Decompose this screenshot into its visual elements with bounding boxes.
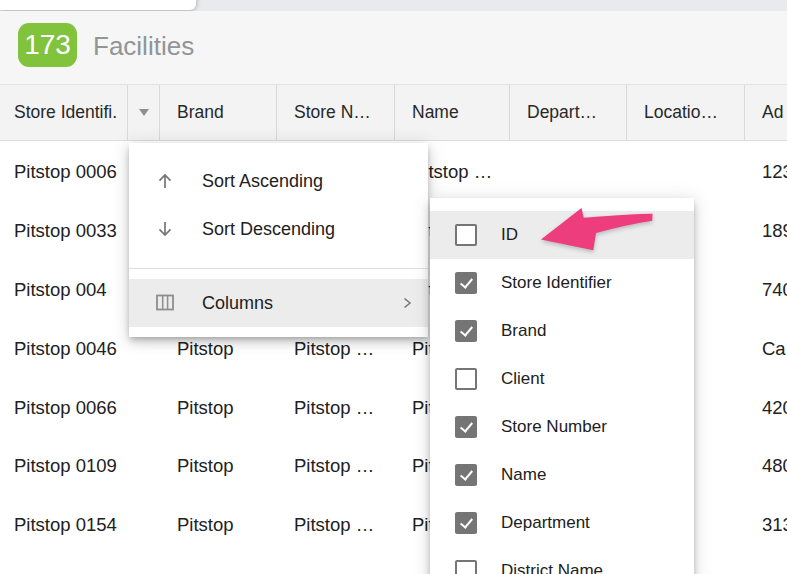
column-header-store-identifier[interactable]: Store Identifi. bbox=[0, 85, 160, 140]
checkbox-store-identifier[interactable] bbox=[455, 272, 477, 294]
checkbox-brand[interactable] bbox=[455, 320, 477, 342]
submenu-item-district-name[interactable]: District Name bbox=[430, 547, 694, 574]
submenu-chevron-icon bbox=[400, 296, 414, 310]
checkbox-store-number[interactable] bbox=[455, 416, 477, 438]
checkbox-id[interactable] bbox=[455, 224, 477, 246]
sort-ascending-icon bbox=[155, 171, 175, 191]
submenu-item-store-identifier[interactable]: Store Identifier bbox=[430, 259, 694, 307]
column-header-address[interactable]: Ad bbox=[745, 85, 787, 140]
menu-item-columns[interactable]: Columns bbox=[129, 279, 428, 327]
checkbox-name[interactable] bbox=[455, 464, 477, 486]
submenu-item-client[interactable]: Client bbox=[430, 355, 694, 403]
column-header-brand[interactable]: Brand bbox=[160, 85, 277, 140]
column-header-location[interactable]: Locatio… bbox=[627, 85, 745, 140]
dropdown-arrow-icon bbox=[139, 109, 149, 116]
submenu-item-brand[interactable]: Brand bbox=[430, 307, 694, 355]
submenu-item-name[interactable]: Name bbox=[430, 451, 694, 499]
checkbox-district-name[interactable] bbox=[455, 560, 477, 574]
column-header-store-number[interactable]: Store N… bbox=[277, 85, 395, 140]
column-header-department[interactable]: Depart… bbox=[510, 85, 627, 140]
menu-divider bbox=[129, 268, 428, 269]
top-overlay-card bbox=[0, 0, 196, 10]
sort-descending-icon bbox=[155, 219, 175, 239]
page-title: Facilities bbox=[93, 31, 194, 62]
annotation-arrow bbox=[535, 202, 660, 257]
column-menu-trigger[interactable] bbox=[127, 85, 159, 140]
menu-item-sort-ascending[interactable]: Sort Ascending bbox=[129, 157, 428, 205]
count-value: 173 bbox=[24, 29, 71, 61]
columns-icon bbox=[155, 293, 175, 313]
submenu-item-department[interactable]: Department bbox=[430, 499, 694, 547]
count-badge: 173 bbox=[18, 23, 77, 67]
checkbox-department[interactable] bbox=[455, 512, 477, 534]
column-header-name[interactable]: Name bbox=[395, 85, 510, 140]
facilities-page: 173 Facilities Store Identifi. Brand Sto… bbox=[0, 0, 787, 574]
column-menu: Sort Ascending Sort Descending Columns bbox=[129, 143, 428, 337]
checkbox-client[interactable] bbox=[455, 368, 477, 390]
menu-item-sort-descending[interactable]: Sort Descending bbox=[129, 205, 428, 253]
table-header: Store Identifi. Brand Store N… Name Depa… bbox=[0, 84, 787, 141]
submenu-item-store-number[interactable]: Store Number bbox=[430, 403, 694, 451]
